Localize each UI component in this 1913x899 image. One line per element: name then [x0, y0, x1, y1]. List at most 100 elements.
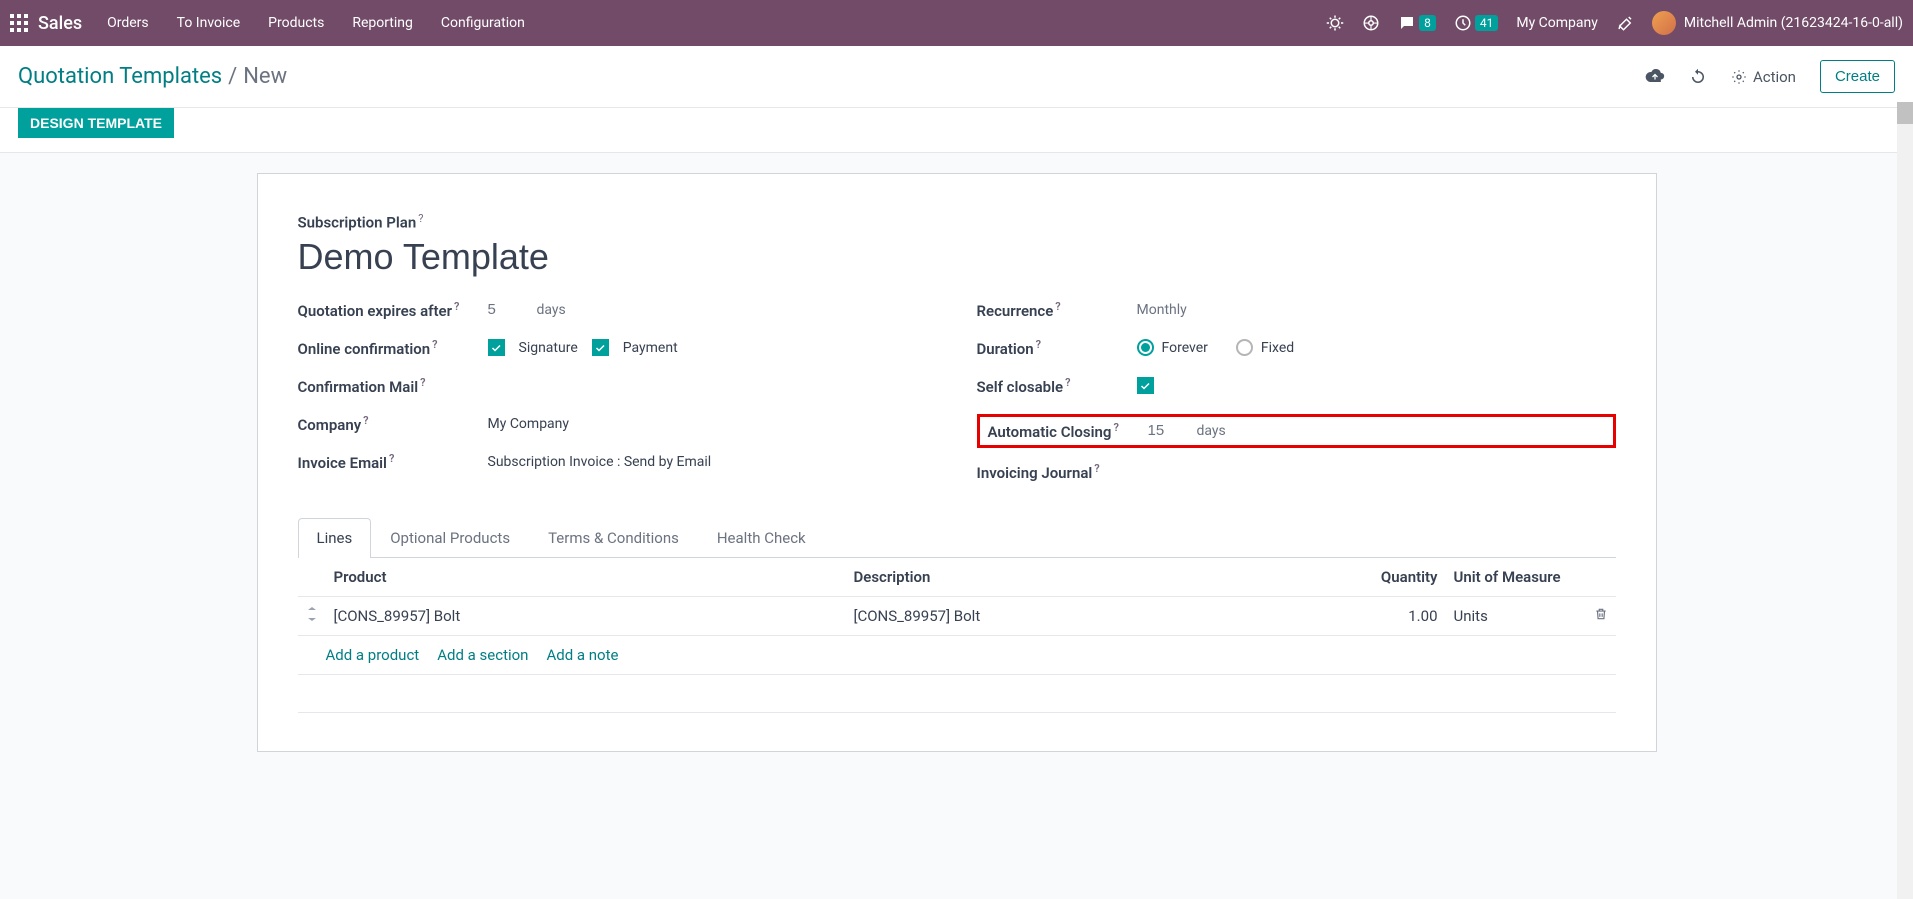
- discard-icon[interactable]: [1689, 68, 1707, 86]
- payment-label: Payment: [623, 340, 678, 356]
- form-left-col: Quotation expires after? days Online con…: [298, 300, 937, 500]
- expires-value-input[interactable]: [488, 301, 523, 318]
- table-row[interactable]: [CONS_89957] Bolt [CONS_89957] Bolt 1.00…: [298, 596, 1616, 635]
- fixed-label: Fixed: [1261, 340, 1294, 356]
- tab-optional-products[interactable]: Optional Products: [371, 518, 529, 557]
- menu-to-invoice[interactable]: To Invoice: [177, 15, 241, 31]
- top-nav: Sales Orders To Invoice Products Reporti…: [0, 0, 1913, 46]
- avatar: [1652, 11, 1676, 35]
- conf-mail-label: Confirmation Mail: [298, 378, 419, 396]
- help-icon[interactable]: ?: [420, 376, 425, 389]
- breadcrumb-root[interactable]: Quotation Templates: [18, 64, 222, 89]
- help-icon[interactable]: ?: [1113, 421, 1118, 434]
- auto-closing-unit: days: [1197, 423, 1226, 439]
- template-title-input[interactable]: [298, 236, 1616, 278]
- auto-closing-label: Automatic Closing: [988, 423, 1112, 441]
- cell-product[interactable]: [CONS_89957] Bolt: [326, 596, 846, 635]
- tab-terms-conditions[interactable]: Terms & Conditions: [529, 518, 698, 557]
- help-icon[interactable]: ?: [389, 452, 394, 465]
- help-icon[interactable]: ?: [1094, 462, 1099, 475]
- subscription-plan-field: Subscription Plan?: [298, 212, 1616, 232]
- field-confirmation-mail: Confirmation Mail?: [298, 376, 937, 396]
- recurrence-value[interactable]: Monthly: [1137, 302, 1187, 318]
- support-icon[interactable]: [1362, 14, 1380, 32]
- col-description: Description: [846, 558, 1366, 597]
- help-icon[interactable]: ?: [1036, 338, 1041, 351]
- cloud-save-icon[interactable]: [1645, 67, 1665, 87]
- signature-label: Signature: [519, 340, 578, 356]
- cell-description[interactable]: [CONS_89957] Bolt: [846, 596, 1366, 635]
- col-quantity: Quantity: [1366, 558, 1446, 597]
- status-row: DESIGN TEMPLATE: [0, 108, 1913, 153]
- form-sheet: Subscription Plan? Quotation expires aft…: [257, 173, 1657, 752]
- bug-icon[interactable]: [1326, 14, 1344, 32]
- payment-checkbox[interactable]: [592, 339, 609, 356]
- expires-label: Quotation expires after: [298, 302, 453, 320]
- breadcrumb-current: New: [243, 64, 287, 89]
- col-product: Product: [326, 558, 846, 597]
- field-company: Company? My Company: [298, 414, 937, 434]
- help-icon[interactable]: ?: [363, 414, 368, 427]
- menu-reporting[interactable]: Reporting: [352, 15, 413, 31]
- scrollbar[interactable]: [1897, 102, 1913, 899]
- menu-configuration[interactable]: Configuration: [441, 15, 525, 31]
- auto-closing-value-input[interactable]: [1148, 422, 1183, 439]
- add-note-link[interactable]: Add a note: [546, 646, 618, 664]
- duration-fixed-radio[interactable]: [1236, 339, 1253, 356]
- add-product-link[interactable]: Add a product: [326, 646, 420, 664]
- duration-forever-radio[interactable]: [1137, 339, 1154, 356]
- field-invoice-email: Invoice Email? Subscription Invoice : Se…: [298, 452, 937, 472]
- header-actions: Action Create: [1645, 60, 1895, 93]
- create-button[interactable]: Create: [1820, 60, 1895, 93]
- tab-lines[interactable]: Lines: [298, 518, 372, 558]
- action-dropdown[interactable]: Action: [1731, 68, 1796, 86]
- company-value[interactable]: My Company: [488, 416, 570, 432]
- help-icon[interactable]: ?: [432, 338, 437, 351]
- messages-badge: 8: [1419, 15, 1436, 31]
- subscription-plan-label: Subscription Plan: [298, 214, 417, 232]
- field-automatic-closing: Automatic Closing? days: [977, 414, 1616, 448]
- messages-icon[interactable]: 8: [1398, 14, 1436, 32]
- activities-icon[interactable]: 41: [1454, 14, 1499, 32]
- tools-icon[interactable]: [1616, 14, 1634, 32]
- drag-handle-icon[interactable]: [298, 596, 326, 635]
- menu-orders[interactable]: Orders: [107, 15, 149, 31]
- signature-checkbox[interactable]: [488, 339, 505, 356]
- company-switcher[interactable]: My Company: [1516, 15, 1598, 31]
- invoicing-journal-label: Invoicing Journal: [977, 464, 1093, 482]
- field-quotation-expires: Quotation expires after? days: [298, 300, 937, 320]
- help-icon[interactable]: ?: [1065, 376, 1070, 389]
- invoice-email-value[interactable]: Subscription Invoice : Send by Email: [488, 454, 712, 470]
- form-grid: Quotation expires after? days Online con…: [298, 300, 1616, 500]
- nav-right: 8 41 My Company Mitchell Admin (21623424…: [1326, 11, 1903, 35]
- menu-products[interactable]: Products: [268, 15, 324, 31]
- self-closable-checkbox[interactable]: [1137, 377, 1154, 394]
- field-online-confirmation: Online confirmation? Signature Payment: [298, 338, 937, 358]
- lines-table: Product Description Quantity Unit of Mea…: [298, 558, 1616, 636]
- col-uom: Unit of Measure: [1446, 558, 1586, 597]
- help-icon[interactable]: ?: [454, 300, 459, 313]
- company-label: Company: [298, 416, 362, 434]
- field-duration: Duration? Forever Fixed: [977, 338, 1616, 358]
- cell-quantity[interactable]: 1.00: [1366, 596, 1446, 635]
- expires-unit: days: [537, 302, 566, 318]
- breadcrumb-sep: /: [228, 64, 237, 89]
- field-invoicing-journal: Invoicing Journal?: [977, 462, 1616, 482]
- help-icon[interactable]: ?: [418, 212, 423, 225]
- scrollbar-thumb[interactable]: [1897, 102, 1913, 124]
- activities-badge: 41: [1475, 15, 1499, 31]
- app-brand[interactable]: Sales: [38, 13, 82, 34]
- main-menu: Orders To Invoice Products Reporting Con…: [107, 15, 1326, 31]
- cell-uom[interactable]: Units: [1446, 596, 1586, 635]
- trash-icon[interactable]: [1594, 607, 1608, 625]
- add-section-link[interactable]: Add a section: [437, 646, 528, 664]
- user-menu[interactable]: Mitchell Admin (21623424-16-0-all): [1652, 11, 1903, 35]
- action-label: Action: [1753, 68, 1796, 86]
- form-right-col: Recurrence? Monthly Duration? Forever Fi…: [977, 300, 1616, 500]
- breadcrumb-bar: Quotation Templates / New Action Create: [0, 46, 1913, 108]
- design-template-button[interactable]: DESIGN TEMPLATE: [18, 108, 174, 138]
- help-icon[interactable]: ?: [1055, 300, 1060, 313]
- apps-icon[interactable]: [10, 14, 28, 32]
- field-self-closable: Self closable?: [977, 376, 1616, 396]
- tab-health-check[interactable]: Health Check: [698, 518, 825, 557]
